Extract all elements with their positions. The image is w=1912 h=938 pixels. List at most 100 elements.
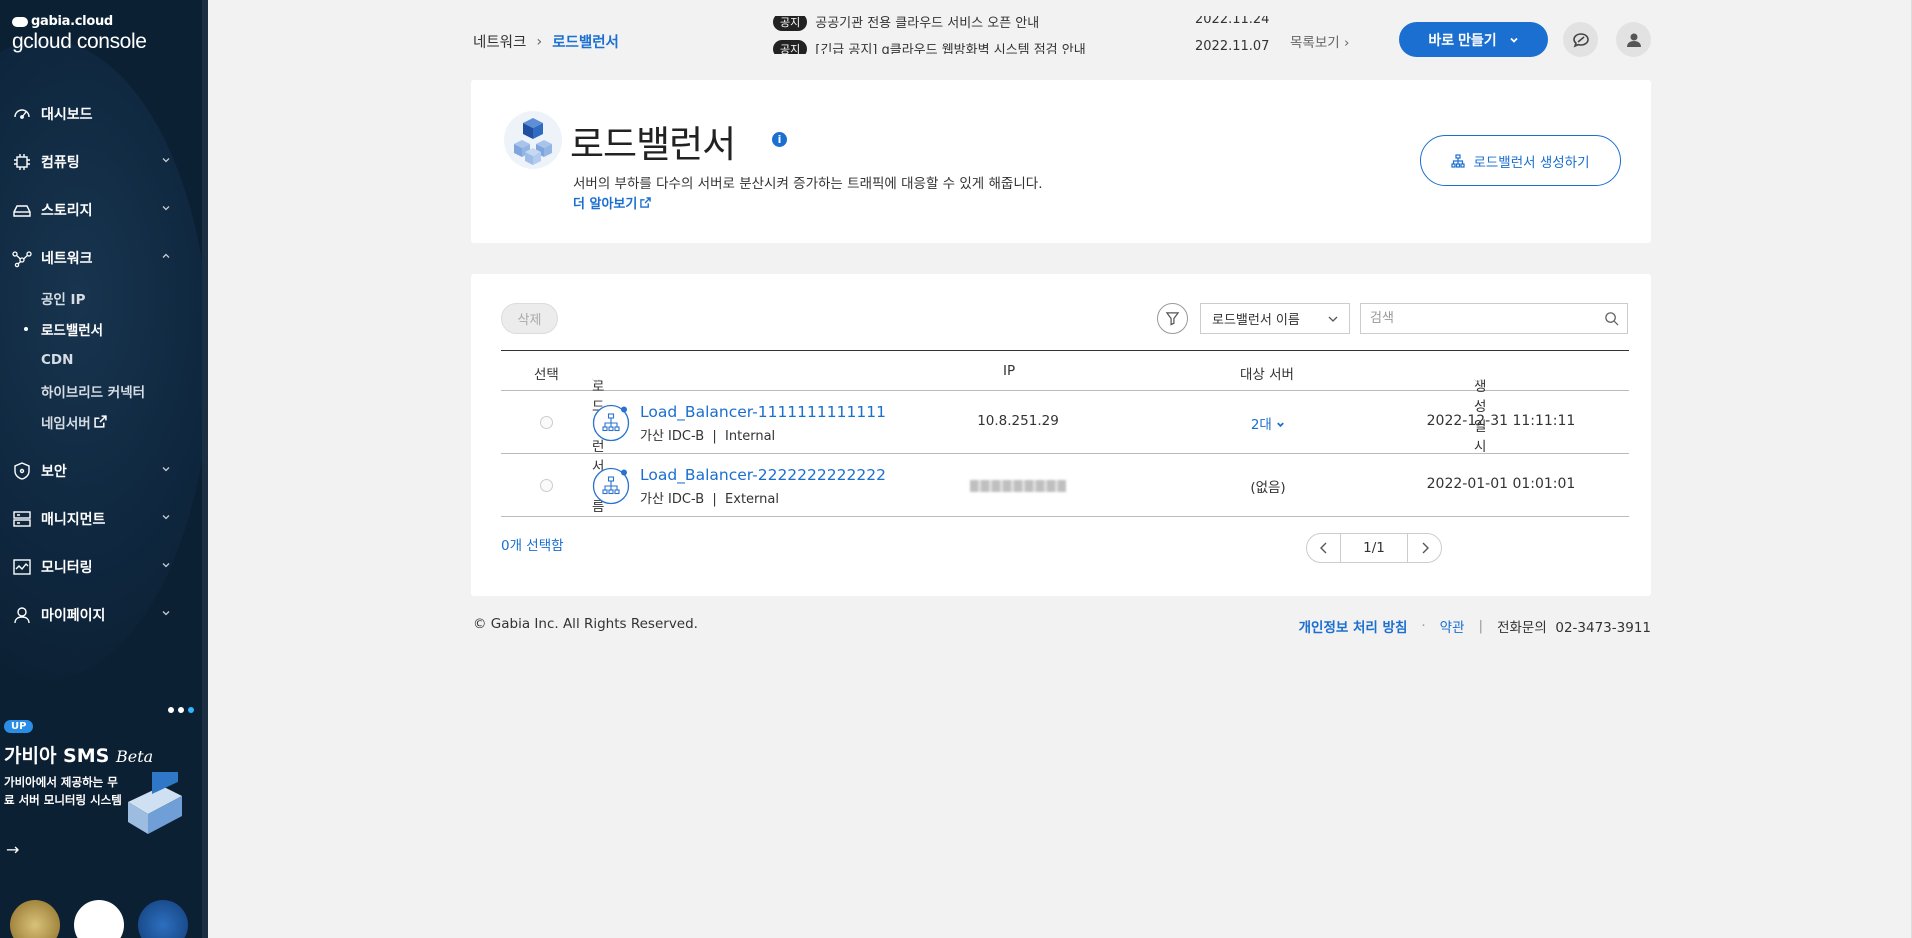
learn-more-link[interactable]: 더 알아보기 <box>573 193 652 212</box>
row-select-radio[interactable] <box>540 416 553 429</box>
search-field-select[interactable]: 로드밸런서 이름 <box>1200 303 1350 334</box>
sidebar-item-label: 네트워크 <box>41 251 93 267</box>
sidebar-sub-load-balancer[interactable]: 로드밸런서 <box>0 313 200 344</box>
chevron-down-icon <box>1277 422 1284 428</box>
footer: © Gabia Inc. All Rights Reserved. 개인정보 처… <box>473 616 1651 636</box>
load-balancer-name-link[interactable]: Load_Balancer-2222222222222 <box>640 466 886 484</box>
notice-text[interactable]: [긴급 공지] g클라우드 웹방화벽 시스템 점검 안내 <box>815 39 1085 54</box>
notice-date: 2022.11.24 <box>1195 16 1270 27</box>
sidebar-sub-label: CDN <box>41 351 74 368</box>
chat-button[interactable] <box>1563 22 1598 57</box>
select-value: 로드밸런서 이름 <box>1212 313 1300 328</box>
sidebar-sub-label: 네임서버 <box>41 415 91 432</box>
external-link-icon <box>640 197 652 208</box>
load-balancer-icon <box>1451 153 1466 168</box>
monitoring-icon <box>13 559 31 575</box>
sidebar-item-storage[interactable]: 스토리지 <box>0 186 200 234</box>
load-balancer-meta: 가산 IDC-B | Internal <box>640 429 776 444</box>
external-link-icon <box>94 415 107 428</box>
network-icon <box>12 251 32 268</box>
certification-badges <box>10 900 188 938</box>
chevron-up-icon <box>162 253 170 258</box>
created-at: 2022-01-01 01:01:01 <box>1426 476 1576 492</box>
arrow-right-icon[interactable]: → <box>6 840 19 859</box>
brand-small: gabia.cloud <box>31 14 113 29</box>
target-server-dropdown[interactable]: 2대 <box>1203 413 1333 433</box>
server-illustration-icon <box>128 772 182 834</box>
notice-date: 2022.11.07 <box>1195 39 1270 54</box>
separator-dot: · <box>1421 618 1426 634</box>
load-balancer-icon <box>592 404 630 442</box>
logo[interactable]: gabia.cloud gcloud console <box>12 14 147 54</box>
chevron-down-icon <box>162 467 170 472</box>
delete-button[interactable]: 삭제 <box>501 303 558 334</box>
selected-count: 0개 선택함 <box>501 538 564 554</box>
page-indicator: 1/1 <box>1340 534 1408 562</box>
next-page-button[interactable] <box>1408 534 1441 562</box>
chevron-down-icon <box>162 563 170 568</box>
sidebar-item-label: 스토리지 <box>41 203 93 219</box>
redacted-blur <box>970 480 1066 492</box>
create-load-balancer-button[interactable]: 로드밸런서 생성하기 <box>1420 135 1621 186</box>
quick-create-button[interactable]: 바로 만들기 <box>1399 22 1548 57</box>
sidebar-nav: 대시보드 컴퓨팅 스토리지 네트워크 공인 IP 로드밸런서 CDN 하이브리드… <box>0 90 200 639</box>
terms-link[interactable]: 약관 <box>1440 616 1465 636</box>
breadcrumb-network[interactable]: 네트워크 <box>473 31 526 52</box>
sidebar-item-monitoring[interactable]: 모니터링 <box>0 543 200 591</box>
sidebar-item-network[interactable]: 네트워크 <box>0 234 200 282</box>
compute-icon <box>14 154 30 170</box>
sidebar-item-compute[interactable]: 컴퓨팅 <box>0 138 200 186</box>
sidebar-sub-label: 하이브리드 커넥터 <box>41 384 146 401</box>
sidebar-sub-cdn[interactable]: CDN <box>0 344 200 375</box>
promo-title[interactable]: 가비아 SMS Beta <box>4 741 153 768</box>
pagination: 1/1 <box>1306 533 1442 563</box>
sidebar-sub-hybrid-connector[interactable]: 하이브리드 커넥터 <box>0 375 200 406</box>
load-balancer-name-link[interactable]: Load_Balancer-1111111111111 <box>640 403 886 421</box>
sidebar-item-label: 마이페이지 <box>41 608 106 624</box>
sidebar-sub-nameserver[interactable]: 네임서버 <box>0 406 200 437</box>
notice-tag: 공지 <box>773 39 808 54</box>
row-select-radio[interactable] <box>540 479 553 492</box>
table-row[interactable]: Load_Balancer-1111111111111 가산 IDC-B | I… <box>501 391 1629 454</box>
user-icon <box>1626 33 1641 47</box>
search-input[interactable] <box>1361 304 1591 333</box>
notice-text[interactable]: 공공기관 전용 클라우드 서비스 오픈 안내 <box>815 16 1039 31</box>
list-view-link[interactable]: 목록보기 › <box>1290 31 1349 51</box>
chevron-left-icon <box>1319 542 1326 554</box>
sidebar-item-dashboard[interactable]: 대시보드 <box>0 90 200 138</box>
filter-icon <box>1165 312 1180 326</box>
sidebar-item-mypage[interactable]: 마이페이지 <box>0 591 200 639</box>
sidebar-item-security[interactable]: 보안 <box>0 447 200 495</box>
sort-icon: ⌵ <box>1474 375 1482 386</box>
promo-text: 가비아에서 제공하는 무료 서버 모니터링 시스템 <box>4 775 122 807</box>
page-title: 로드밸런서 <box>570 123 736 166</box>
chevron-down-icon <box>162 158 170 163</box>
chevron-right-icon: › <box>536 33 543 50</box>
prev-page-button[interactable] <box>1307 534 1340 562</box>
sidebar-sub-public-ip[interactable]: 공인 IP <box>0 282 200 313</box>
shield-icon <box>14 462 30 480</box>
table-row[interactable]: Load_Balancer-2222222222222 가산 IDC-B | E… <box>501 454 1629 517</box>
main-content: 네트워크 › 로드밸런서 공지 공공기관 전용 클라우드 서비스 오픈 안내 공… <box>208 0 1912 938</box>
sidebar-item-management[interactable]: 매니지먼트 <box>0 495 200 543</box>
sidebar-sub-label: 공인 IP <box>41 291 86 308</box>
target-server: (없음) <box>1250 480 1286 496</box>
chevron-down-icon <box>1328 316 1338 322</box>
privacy-policy-link[interactable]: 개인정보 처리 방침 <box>1299 616 1408 636</box>
sidebar-item-label: 대시보드 <box>41 107 93 123</box>
management-icon <box>13 511 31 527</box>
sort-icon: ⌵ <box>592 375 600 386</box>
col-select: 선택 <box>534 367 559 383</box>
created-at: 2022-12-31 11:11:11 <box>1426 413 1576 429</box>
breadcrumb: 네트워크 › 로드밸런서 <box>473 31 619 52</box>
search-icon[interactable] <box>1604 311 1619 326</box>
promo-carousel-dots[interactable] <box>168 707 194 713</box>
page-header-card: 로드밸런서 i 서버의 부하를 다수의 서버로 분산시켜 증가하는 트래픽에 대… <box>471 80 1651 243</box>
separator: | <box>1478 618 1484 634</box>
profile-button[interactable] <box>1616 22 1651 57</box>
search-box <box>1360 303 1628 334</box>
info-icon[interactable]: i <box>772 132 787 147</box>
sidebar-item-label: 보안 <box>41 464 67 480</box>
notice-tag: 공지 <box>773 16 808 31</box>
filter-button[interactable] <box>1157 303 1188 334</box>
